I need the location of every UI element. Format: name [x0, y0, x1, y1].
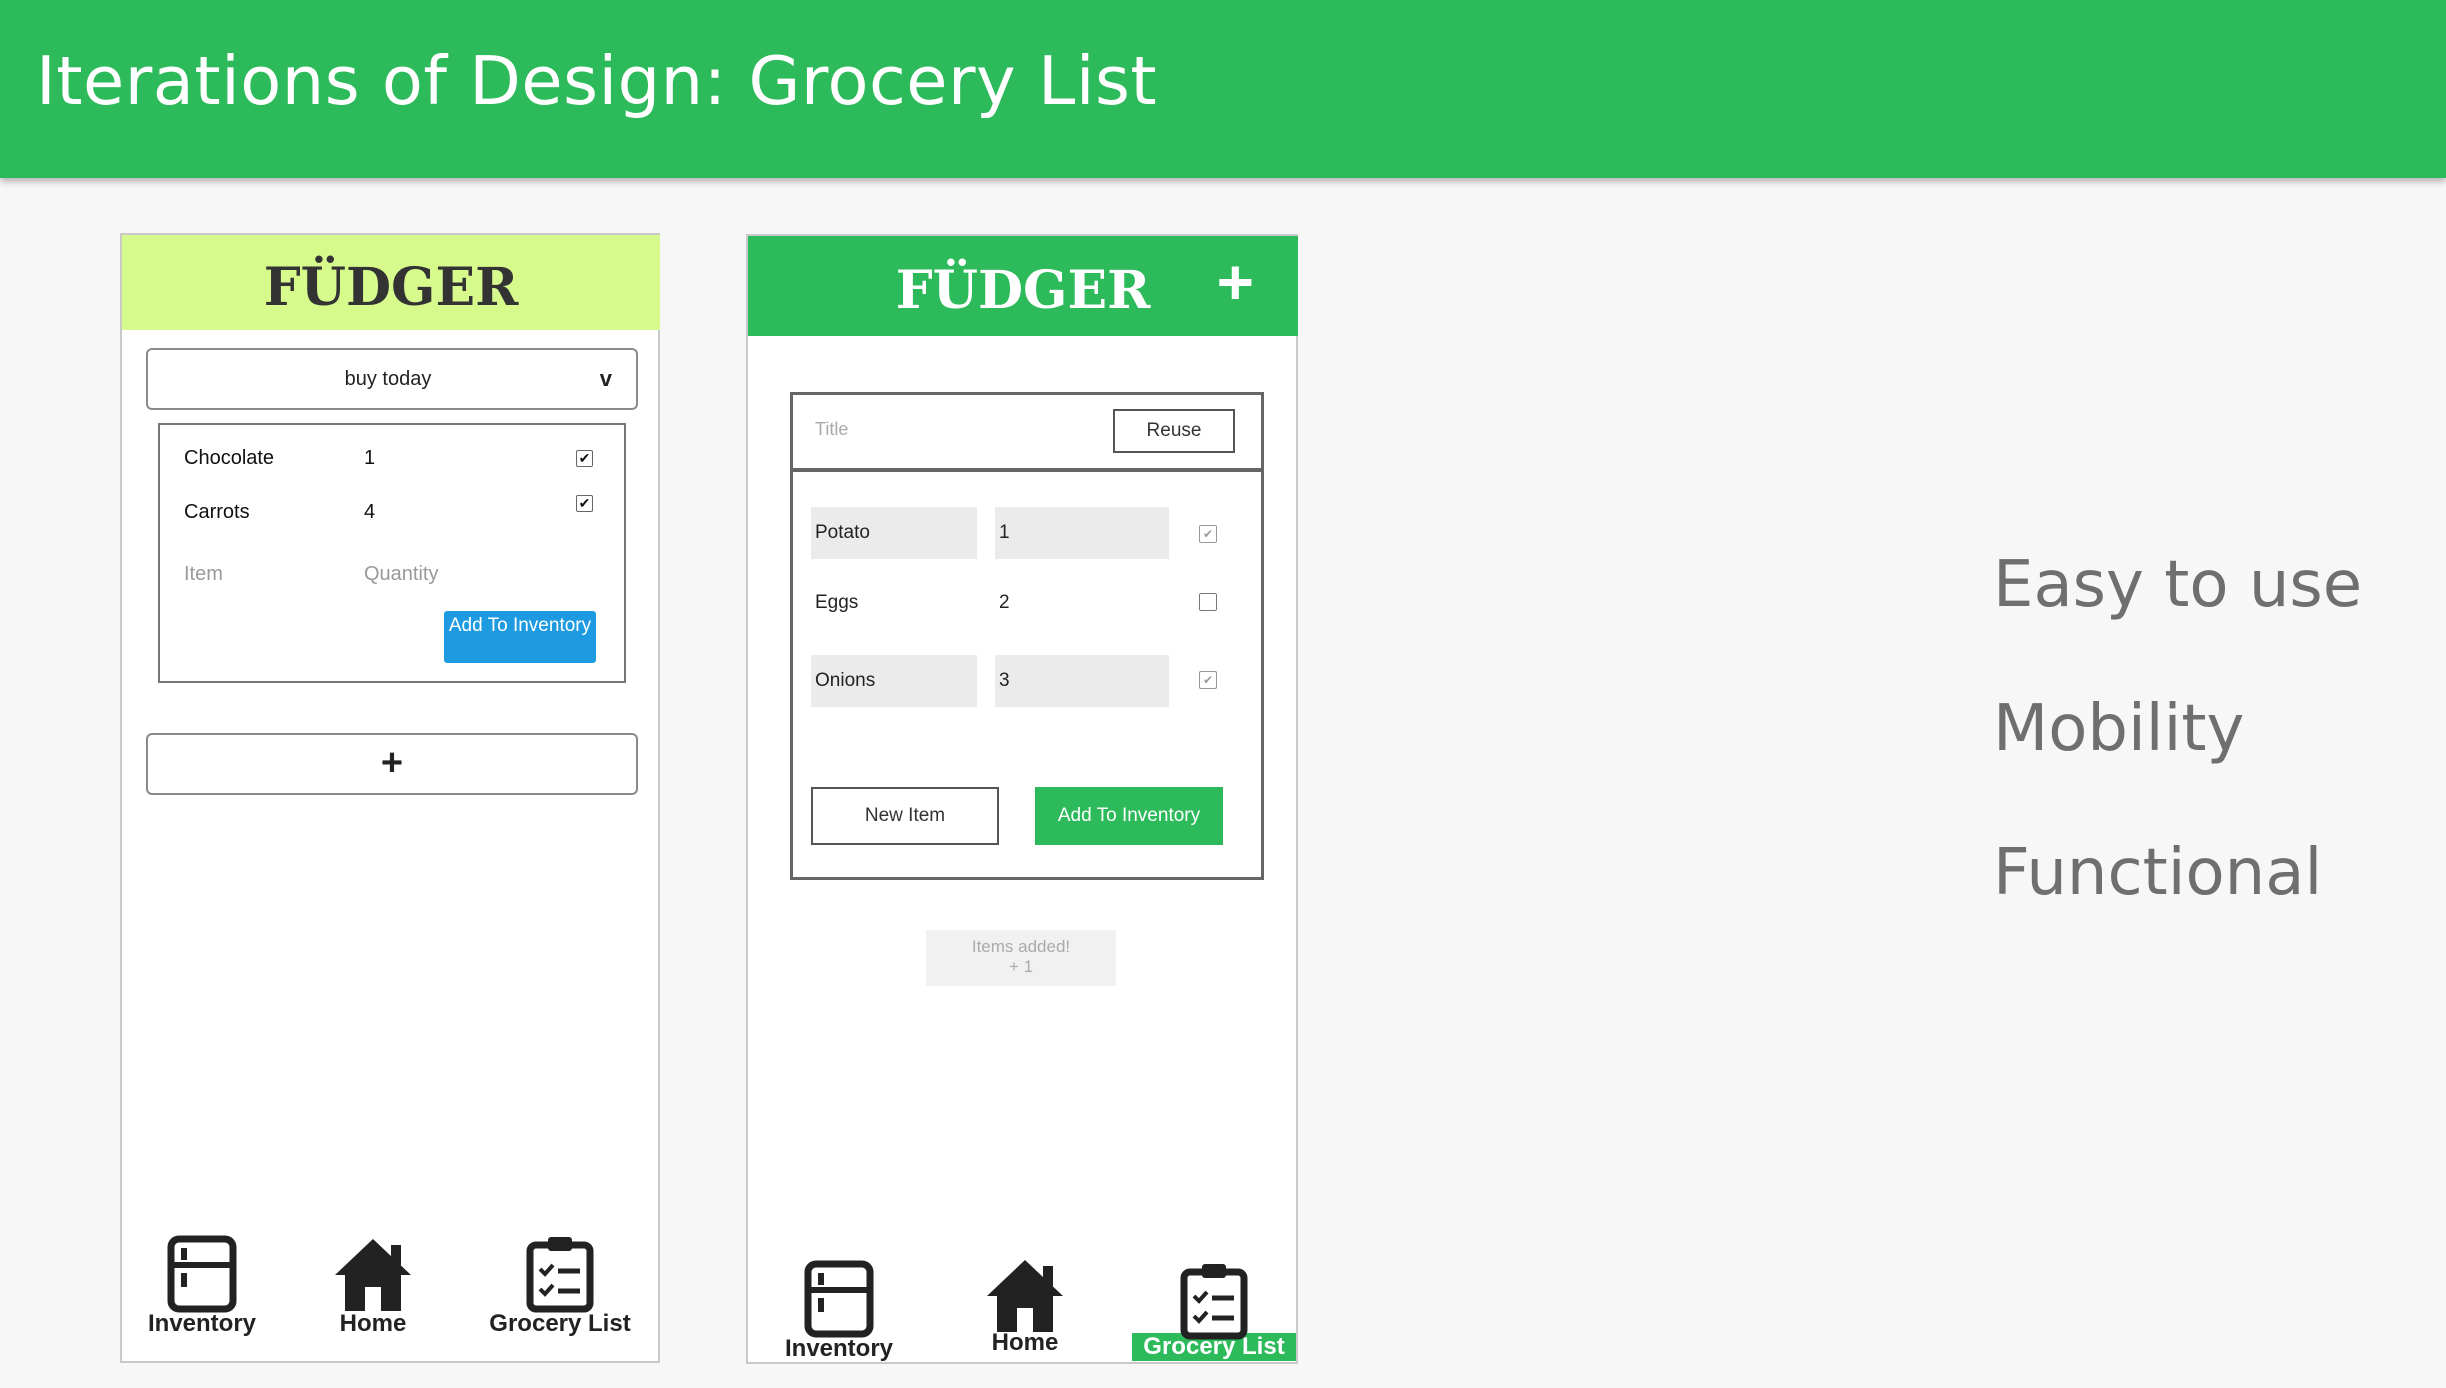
app-logo: FÜDGER — [895, 260, 1151, 321]
new-item-button[interactable]: New Item — [811, 787, 999, 845]
add-list-button[interactable]: + — [146, 733, 638, 795]
app-logo: FÜDGER — [263, 257, 519, 318]
nav-label: Inventory — [784, 1335, 894, 1362]
item-quantity-field[interactable]: 2 — [995, 577, 1169, 629]
app-header: FÜDGER + — [748, 236, 1298, 336]
item-name: Carrots — [184, 501, 250, 523]
nav-grocery-list[interactable]: Grocery List — [1132, 1262, 1296, 1361]
feature-functional: Functional — [1993, 836, 2323, 910]
feature-mobility: Mobility — [1993, 692, 2245, 766]
grocery-list-card: Chocolate 1 ✔ Carrots 4 ✔ Item Quantity … — [158, 423, 626, 683]
item-quantity: 4 — [364, 501, 376, 523]
toast-message: Items added! — [971, 937, 1071, 956]
app-header: FÜDGER — [122, 235, 660, 330]
item-name: Chocolate — [184, 447, 275, 469]
slide-title: Iterations of Design: Grocery List — [36, 42, 1158, 120]
phone-mockup-v1: FÜDGER buy today v Chocolate 1 ✔ Carrots… — [120, 233, 660, 1363]
home-icon — [987, 1260, 1063, 1332]
phone-mockup-v2: FÜDGER + Title Reuse Potato 1 ✔ Eggs 2 O… — [746, 234, 1298, 1364]
add-to-inventory-button[interactable]: Add To Inventory — [444, 611, 596, 663]
item-name-field[interactable]: Potato — [811, 507, 977, 559]
item-quantity: 1 — [364, 447, 376, 469]
list-select-dropdown[interactable]: buy today v — [146, 348, 638, 410]
nav-label: Home — [339, 1310, 407, 1337]
item-checkbox[interactable] — [1199, 593, 1217, 611]
grocery-list-card: Potato 1 ✔ Eggs 2 Onions 3 ✔ New Item Ad… — [790, 468, 1264, 880]
clipboard-checklist-icon — [526, 1237, 594, 1313]
item-quantity-field[interactable]: 3 — [995, 655, 1169, 707]
list-title-bar: Title Reuse — [790, 392, 1264, 472]
home-icon — [335, 1239, 411, 1311]
nav-grocery-list[interactable]: Grocery List — [470, 1235, 650, 1338]
item-name-field[interactable]: Onions — [811, 655, 977, 707]
items-added-toast: Items added! + 1 — [926, 930, 1116, 986]
quantity-input[interactable]: Quantity — [364, 563, 438, 586]
nav-label: Home — [991, 1329, 1059, 1356]
slide-header: Iterations of Design: Grocery List — [0, 0, 2446, 178]
chevron-down-icon: v — [599, 366, 612, 391]
item-name-field[interactable]: Eggs — [811, 577, 977, 629]
title-input[interactable]: Title — [815, 419, 848, 440]
plus-icon[interactable]: + — [1217, 250, 1254, 314]
dropdown-value: buy today — [344, 368, 432, 390]
item-quantity-field[interactable]: 1 — [995, 507, 1169, 559]
toast-count: + 1 — [1008, 957, 1034, 976]
list-item: Carrots 4 ✔ — [184, 495, 614, 531]
item-input[interactable]: Item — [184, 563, 223, 586]
add-to-inventory-button[interactable]: Add To Inventory — [1035, 787, 1223, 845]
nav-inventory[interactable]: Inventory — [774, 1260, 904, 1363]
item-checkbox[interactable]: ✔ — [1199, 671, 1217, 689]
item-checkbox[interactable]: ✔ — [1199, 525, 1217, 543]
item-checkbox[interactable]: ✔ — [576, 450, 593, 467]
nav-inventory[interactable]: Inventory — [128, 1235, 276, 1338]
reuse-button[interactable]: Reuse — [1113, 409, 1235, 453]
nav-label: Grocery List — [489, 1310, 631, 1337]
fridge-icon — [167, 1235, 237, 1313]
nav-home[interactable]: Home — [960, 1258, 1090, 1357]
feature-easy-to-use: Easy to use — [1993, 548, 2363, 622]
fridge-icon — [804, 1260, 874, 1338]
list-item: Chocolate 1 ✔ — [184, 447, 614, 477]
clipboard-checklist-icon — [1180, 1264, 1248, 1340]
item-checkbox[interactable]: ✔ — [576, 495, 593, 512]
nav-label: Inventory — [147, 1310, 257, 1337]
nav-label: Grocery List — [1132, 1333, 1296, 1361]
nav-home[interactable]: Home — [308, 1237, 438, 1338]
